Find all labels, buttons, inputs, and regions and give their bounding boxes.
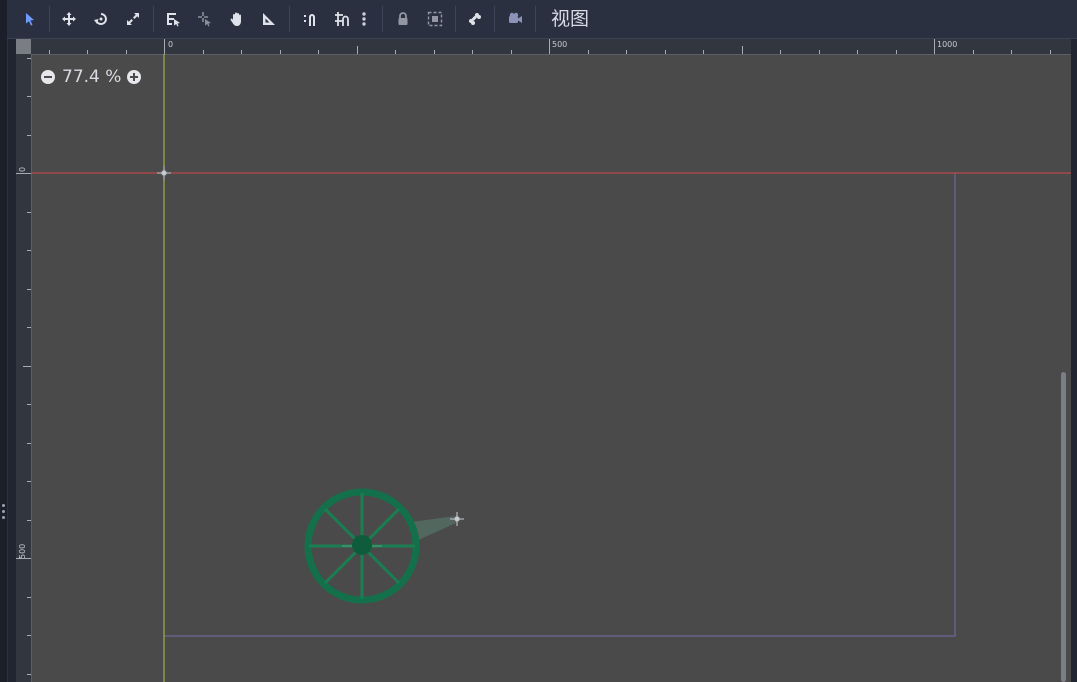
zoom-widget: 77.4 % — [40, 66, 142, 88]
toolbar-separator — [289, 6, 290, 32]
hand-icon — [230, 12, 241, 26]
camera-button[interactable] — [501, 5, 529, 33]
zoom-level[interactable]: 77.4 % — [62, 67, 121, 87]
grid-snap-button[interactable] — [328, 5, 356, 33]
viewport-bounds — [163, 172, 956, 637]
rotate-icon — [94, 13, 107, 25]
canvas-viewport[interactable]: 0 500 1000 0 500 77.4 % — [16, 39, 1071, 682]
pivot-icon — [198, 12, 211, 27]
view-menu[interactable]: 视图 — [547, 4, 593, 34]
toolbar-separator — [153, 6, 154, 32]
minus-circle-icon — [41, 70, 55, 84]
pan-mode-button[interactable] — [223, 5, 251, 33]
zoom-out-button[interactable] — [40, 69, 56, 85]
snap-options-button[interactable] — [355, 5, 373, 33]
editor-root: 视图 0 500 1000 0 500 77.4 % — [0, 0, 1077, 682]
pivot-mode-button[interactable] — [191, 5, 219, 33]
wheel-sprite[interactable] — [304, 488, 420, 604]
smart-snap-button[interactable] — [296, 5, 324, 33]
canvas-toolbar: 视图 — [7, 0, 1077, 39]
kebab-menu-icon — [362, 12, 366, 26]
canvas-scene — [31, 54, 1071, 682]
toolbar-separator — [494, 6, 495, 32]
rotate-mode-button[interactable] — [87, 5, 115, 33]
ruler-mode-button[interactable] — [255, 5, 283, 33]
toolbar-separator — [455, 6, 456, 32]
bone-icon — [469, 13, 481, 25]
move-arrows-icon — [62, 12, 76, 26]
move-mode-button[interactable] — [55, 5, 83, 33]
toolbar-separator — [49, 6, 50, 32]
select-mode-button[interactable] — [16, 5, 44, 33]
group-button[interactable] — [421, 5, 449, 33]
smart-snap-icon — [304, 14, 315, 26]
origin-pivot-icon[interactable] — [157, 166, 171, 180]
toolbar-separator — [535, 6, 536, 32]
list-select-icon — [167, 13, 180, 27]
lock-icon — [398, 12, 408, 25]
plus-circle-icon — [127, 70, 142, 84]
grid-snap-icon — [335, 12, 349, 26]
camera-icon — [509, 12, 522, 23]
arrow-cursor-icon — [26, 13, 34, 26]
left-dock-strip — [0, 0, 8, 682]
group-icon — [427, 11, 443, 27]
dock-resize-grip[interactable] — [1, 504, 6, 524]
lock-button[interactable] — [389, 5, 417, 33]
list-select-button[interactable] — [159, 5, 187, 33]
skeleton-button[interactable] — [461, 5, 489, 33]
scale-icon — [127, 13, 139, 25]
vertical-scrollbar[interactable] — [1061, 372, 1066, 682]
ruler-icon — [263, 13, 275, 25]
zoom-in-button[interactable] — [126, 69, 142, 85]
toolbar-separator — [382, 6, 383, 32]
scale-mode-button[interactable] — [119, 5, 147, 33]
